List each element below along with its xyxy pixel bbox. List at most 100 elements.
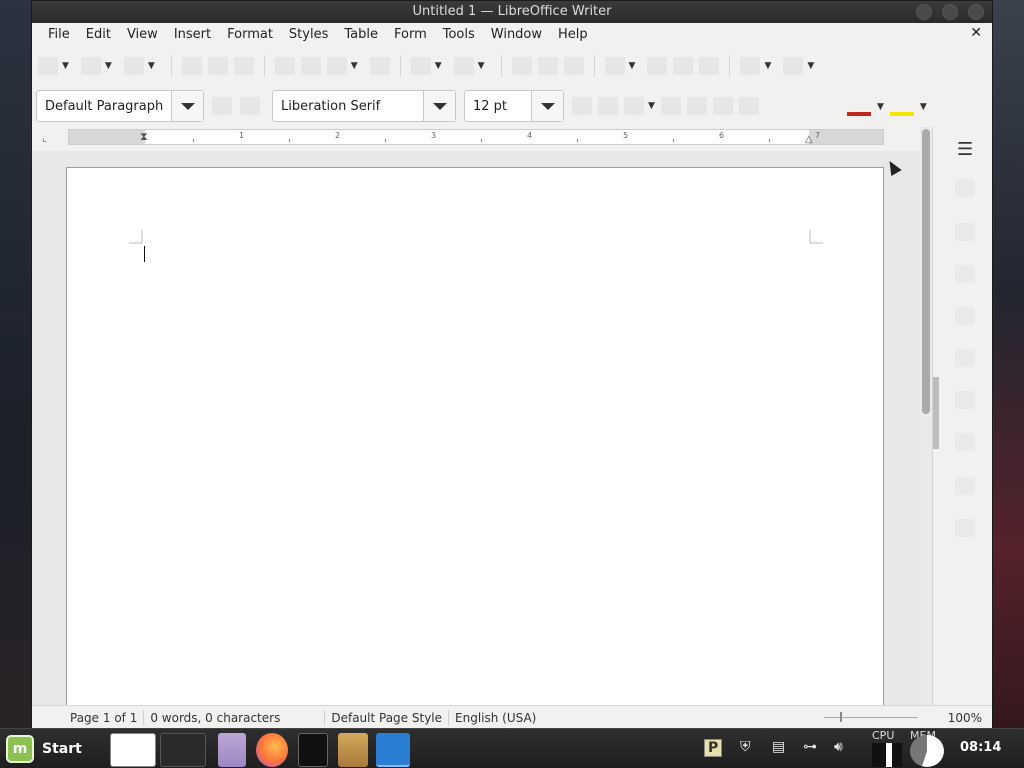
insert-hyperlink-icon[interactable] bbox=[740, 57, 761, 75]
new-dropdown-icon[interactable]: ▼ bbox=[62, 61, 69, 71]
horizontal-ruler[interactable]: 1 2 3 4 5 6 7 ⧗ △ bbox=[68, 129, 884, 145]
volume-icon[interactable]: 🔊︎ bbox=[834, 739, 843, 755]
underline-dropdown-icon[interactable]: ▼ bbox=[648, 101, 655, 111]
copy-icon[interactable] bbox=[300, 57, 321, 75]
navigator-icon[interactable] bbox=[955, 349, 975, 367]
formatting-marks-icon[interactable] bbox=[563, 57, 584, 75]
workspace-1-preview[interactable] bbox=[110, 733, 156, 767]
underline-icon[interactable] bbox=[624, 97, 644, 115]
menu-tools[interactable]: Tools bbox=[435, 23, 483, 47]
update-style-icon[interactable] bbox=[212, 97, 232, 115]
page-count[interactable]: Page 1 of 1 bbox=[64, 711, 143, 725]
font-color-dropdown-icon[interactable]: ▼ bbox=[877, 102, 884, 112]
page-style[interactable]: Default Page Style bbox=[325, 711, 448, 725]
zoom-slider-knob[interactable] bbox=[840, 712, 842, 722]
properties-icon[interactable] bbox=[955, 179, 975, 197]
notes-icon[interactable]: ▤ bbox=[772, 739, 785, 755]
clipboard-p-icon[interactable]: P bbox=[704, 739, 723, 757]
document-canvas[interactable] bbox=[32, 151, 920, 705]
gallery-icon[interactable] bbox=[955, 307, 975, 325]
new-document-icon[interactable] bbox=[38, 57, 58, 75]
superscript-icon[interactable] bbox=[686, 97, 707, 115]
page-icon[interactable] bbox=[955, 223, 975, 241]
paragraph-style-dropdown-icon[interactable] bbox=[171, 91, 203, 121]
archive-manager-icon[interactable] bbox=[338, 733, 368, 767]
hyperlink-dropdown-icon[interactable]: ▼ bbox=[764, 61, 771, 71]
comment-dropdown-icon[interactable]: ▼ bbox=[807, 61, 814, 71]
font-name-dropdown-icon[interactable] bbox=[423, 91, 455, 121]
save-icon[interactable] bbox=[123, 57, 144, 75]
workspace-2-preview[interactable] bbox=[160, 733, 206, 767]
spelling-icon[interactable] bbox=[537, 57, 558, 75]
network-icon[interactable]: ⊶ bbox=[803, 739, 817, 755]
sidebar-menu-icon[interactable]: ☰ bbox=[957, 139, 973, 160]
insert-special-char-icon[interactable] bbox=[699, 57, 720, 75]
menu-styles[interactable]: Styles bbox=[281, 23, 336, 47]
export-pdf-icon[interactable] bbox=[181, 57, 202, 75]
document-page[interactable] bbox=[66, 167, 884, 705]
table-dropdown-icon[interactable]: ▼ bbox=[629, 61, 636, 71]
minimize-button[interactable] bbox=[916, 4, 932, 20]
clear-formatting-icon[interactable] bbox=[738, 97, 759, 115]
undo-icon[interactable] bbox=[410, 57, 431, 75]
menu-insert[interactable]: Insert bbox=[166, 23, 219, 47]
right-indent-marker-icon[interactable]: △ bbox=[805, 134, 813, 145]
indent-marker-icon[interactable]: ⧗ bbox=[140, 130, 148, 144]
open-dropdown-icon[interactable]: ▼ bbox=[105, 61, 112, 71]
paragraph-style-combo[interactable]: Default Paragraph bbox=[36, 90, 204, 122]
subscript-icon[interactable] bbox=[712, 97, 733, 115]
save-dropdown-icon[interactable]: ▼ bbox=[148, 61, 155, 71]
maximize-button[interactable] bbox=[942, 4, 958, 20]
scrollbar-thumb[interactable] bbox=[922, 129, 930, 414]
open-icon[interactable] bbox=[80, 57, 101, 75]
firefox-icon[interactable] bbox=[256, 733, 288, 767]
font-size-dropdown-icon[interactable] bbox=[531, 91, 563, 121]
insert-table-icon[interactable] bbox=[604, 57, 625, 75]
insert-chart-icon[interactable] bbox=[673, 57, 694, 75]
find-replace-icon[interactable] bbox=[511, 57, 532, 75]
menu-window[interactable]: Window bbox=[483, 23, 550, 47]
cut-icon[interactable] bbox=[274, 57, 295, 75]
new-style-icon[interactable] bbox=[240, 97, 260, 115]
menu-format[interactable]: Format bbox=[219, 23, 281, 47]
redo-dropdown-icon[interactable]: ▼ bbox=[478, 61, 485, 71]
libreoffice-writer-taskbar-icon[interactable] bbox=[376, 733, 410, 767]
bold-icon[interactable] bbox=[572, 97, 592, 115]
font-size-combo[interactable]: 12 pt bbox=[464, 90, 564, 122]
text-language[interactable]: English (USA) bbox=[449, 711, 542, 725]
italic-icon[interactable] bbox=[598, 97, 618, 115]
redo-icon[interactable] bbox=[453, 57, 474, 75]
paste-dropdown-icon[interactable]: ▼ bbox=[351, 61, 358, 71]
print-preview-icon[interactable] bbox=[233, 57, 254, 75]
file-manager-icon[interactable] bbox=[218, 733, 246, 767]
insert-comment-icon[interactable] bbox=[783, 57, 804, 75]
menu-form[interactable]: Form bbox=[386, 23, 435, 47]
menu-file[interactable]: File bbox=[40, 23, 78, 47]
window-titlebar[interactable]: Untitled 1 — LibreOffice Writer bbox=[32, 1, 992, 23]
find-icon[interactable] bbox=[955, 519, 975, 537]
vertical-scrollbar[interactable] bbox=[920, 127, 932, 705]
menu-table[interactable]: Table bbox=[336, 23, 386, 47]
insert-image-icon[interactable] bbox=[647, 57, 668, 75]
undo-dropdown-icon[interactable]: ▼ bbox=[435, 61, 442, 71]
zoom-level[interactable]: 100% bbox=[942, 711, 988, 725]
menu-view[interactable]: View bbox=[119, 23, 166, 47]
word-count[interactable]: 0 words, 0 characters bbox=[144, 711, 324, 725]
accessibility-check-icon[interactable] bbox=[955, 477, 975, 495]
close-window-button[interactable] bbox=[968, 4, 984, 20]
menu-help[interactable]: Help bbox=[550, 23, 596, 47]
clock[interactable]: 08:14 bbox=[960, 740, 1001, 755]
terminal-icon[interactable] bbox=[298, 733, 328, 767]
design-icon[interactable] bbox=[955, 433, 975, 451]
highlight-color-icon[interactable] bbox=[889, 112, 914, 116]
zoom-slider[interactable] bbox=[824, 717, 918, 718]
close-document-button[interactable]: ✕ bbox=[970, 25, 982, 41]
styles-icon[interactable] bbox=[955, 265, 975, 283]
print-icon[interactable] bbox=[207, 57, 228, 75]
paste-icon[interactable] bbox=[326, 57, 347, 75]
start-menu-button[interactable]: m Start bbox=[6, 735, 82, 763]
manage-changes-icon[interactable] bbox=[955, 391, 975, 409]
shield-icon[interactable]: ⛨ bbox=[740, 739, 751, 755]
highlight-dropdown-icon[interactable]: ▼ bbox=[920, 102, 927, 112]
sidebar-collapse-handle[interactable] bbox=[933, 377, 939, 449]
